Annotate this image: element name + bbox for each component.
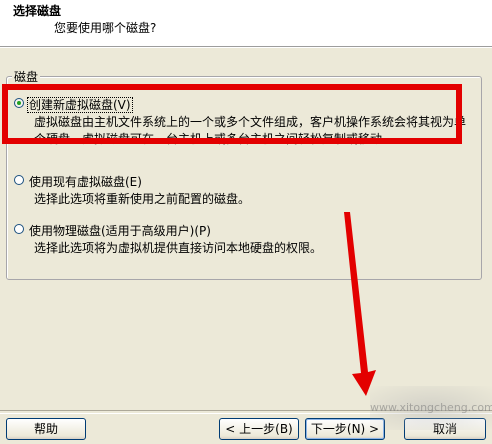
watermark: www.xitongcheng.com	[370, 386, 492, 430]
red-arrow-annotation	[344, 212, 376, 396]
help-button[interactable]: 帮助	[6, 418, 86, 440]
back-button[interactable]: < 上一步(B)	[219, 418, 299, 440]
